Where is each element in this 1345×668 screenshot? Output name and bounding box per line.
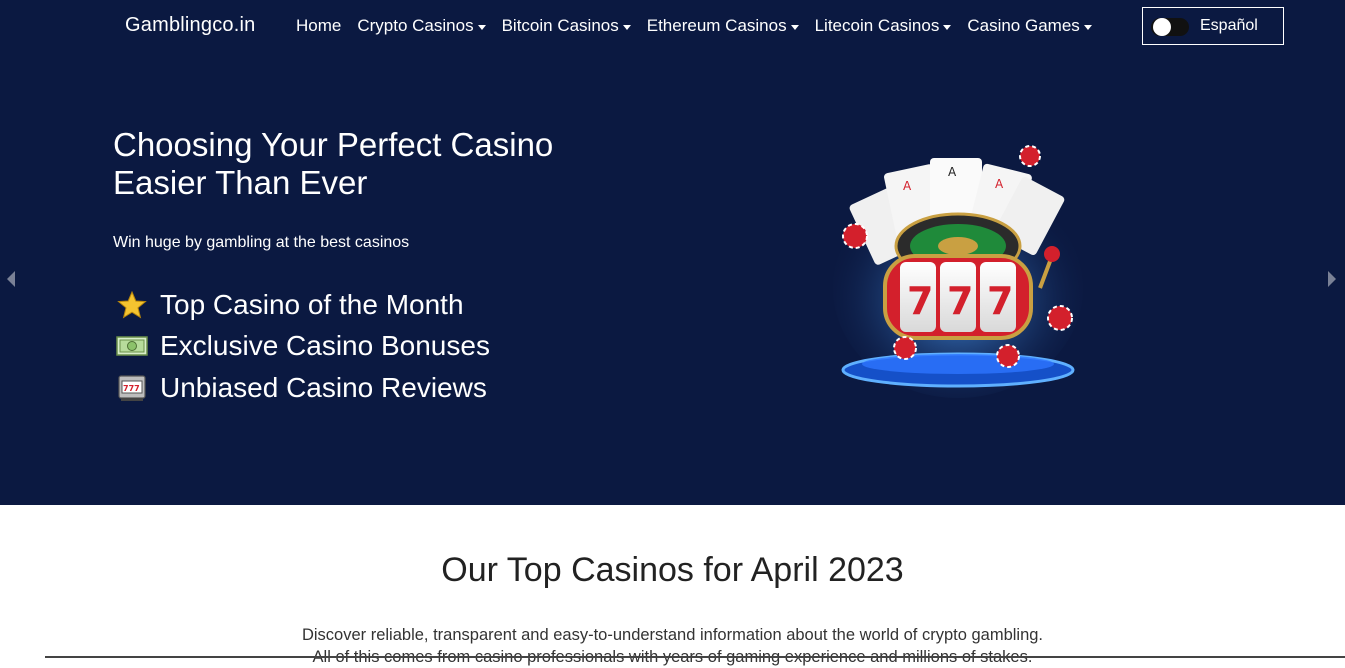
svg-text:7: 7 [987,279,1013,323]
feature-list: Top Casino of the Month Exclusive Casino… [115,284,490,409]
nav-item-crypto-casinos[interactable]: Crypto Casinos [349,16,493,36]
nav-item-casino-games[interactable]: Casino Games [959,16,1099,36]
nav-item-label: Ethereum Casinos [646,16,787,35]
feature-label: Top Casino of the Month [160,288,464,320]
caret-down-icon [1083,24,1092,30]
nav-item-label: Casino Games [967,16,1080,35]
language-toggle[interactable] [1151,18,1189,36]
nav-item-label: Litecoin Casinos [814,16,940,35]
hero-subtitle: Win huge by gambling at the best casinos [113,234,410,251]
slot-machine-icon: 777 [115,373,149,403]
section-description: Discover reliable, transparent and easy-… [0,624,1345,668]
brand-logo[interactable]: Gamblingco.in [125,14,255,37]
top-navbar: Gamblingco.in Home Crypto Casinos Bitcoi… [0,0,1345,54]
caret-down-icon [477,24,486,30]
star-icon [115,290,149,320]
money-icon [115,331,149,361]
feature-label: Exclusive Casino Bonuses [160,330,490,362]
nav-item-label: Home [296,16,342,35]
language-label: Español [1200,17,1258,34]
nav-item-label: Crypto Casinos [357,16,474,35]
hero-section: Gamblingco.in Home Crypto Casinos Bitcoi… [0,0,1345,505]
hero-title: Choosing Your Perfect Casino Easier Than… [113,126,554,201]
svg-text:7: 7 [907,279,933,323]
slot-machine-illustration: A A A 7 7 7 [830,138,1085,400]
caret-down-icon [790,24,799,30]
section-title: Our Top Casinos for April 2023 [441,551,904,589]
nav-item-label: Bitcoin Casinos [501,16,619,35]
toggle-knob [1153,18,1171,36]
feature-item: Exclusive Casino Bonuses [115,326,490,368]
svg-text:A: A [995,177,1004,191]
nav-item-bitcoin-casinos[interactable]: Bitcoin Casinos [494,16,639,36]
caret-down-icon [943,24,952,30]
feature-item: Top Casino of the Month [115,284,490,326]
caret-down-icon [622,24,631,30]
svg-text:777: 777 [123,384,140,393]
nav-item-home[interactable]: Home [288,16,349,36]
section-text-line: Discover reliable, transparent and easy-… [301,626,1044,644]
carousel-prev-arrow[interactable] [7,271,15,287]
carousel-next-arrow[interactable] [1328,271,1336,287]
svg-text:7: 7 [947,279,973,323]
feature-label: Unbiased Casino Reviews [160,371,487,403]
svg-text:A: A [948,165,957,179]
svg-text:A: A [903,179,912,193]
nav-item-litecoin-casinos[interactable]: Litecoin Casinos [807,16,960,36]
feature-item: 777 Unbiased Casino Reviews [115,367,490,409]
nav-item-ethereum-casinos[interactable]: Ethereum Casinos [639,16,807,36]
language-switch[interactable]: Español [1142,7,1284,45]
nav-links: Home Crypto Casinos Bitcoin Casinos Ethe… [288,16,1100,36]
